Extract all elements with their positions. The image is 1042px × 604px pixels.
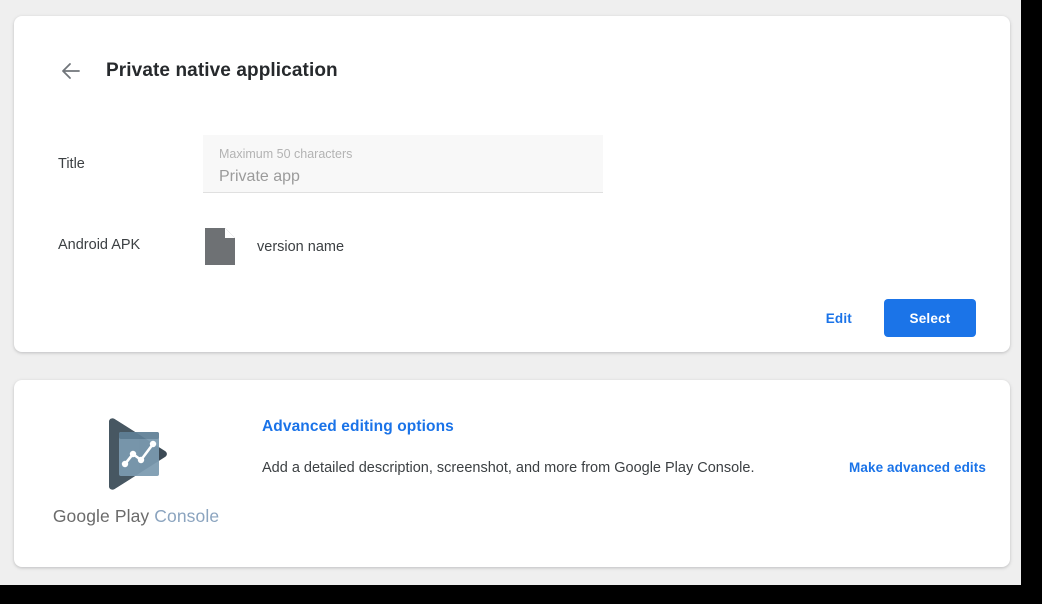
file-document-icon	[205, 228, 235, 265]
wordmark-google: Google	[52, 506, 110, 526]
android-apk-row: Android APK version name	[58, 228, 344, 265]
advanced-editing-content: Advanced editing options Add a detailed …	[262, 418, 986, 476]
advanced-editing-heading: Advanced editing options	[262, 418, 454, 435]
title-input[interactable]: Maximum 50 characters Private app	[203, 135, 603, 193]
bottom-black-gutter	[0, 585, 1021, 604]
wordmark-console: Console	[154, 506, 220, 526]
title-input-hint: Maximum 50 characters	[219, 147, 353, 161]
android-apk-value-group: version name	[203, 228, 344, 265]
select-button[interactable]: Select	[884, 299, 976, 337]
google-play-console-logo-icon	[97, 416, 175, 492]
card-action-bar: Edit Select	[814, 299, 976, 337]
title-field-row: Title Maximum 50 characters Private app	[58, 135, 603, 193]
advanced-editing-description: Add a detailed description, screenshot, …	[262, 460, 755, 476]
page-title: Private native application	[106, 60, 338, 81]
back-arrow-icon[interactable]	[58, 58, 84, 84]
android-apk-label: Android APK	[58, 237, 141, 253]
title-field-label: Title	[58, 156, 85, 172]
private-app-card: Private native application Title Maximum…	[14, 16, 1010, 352]
wordmark-play: Play	[114, 506, 150, 526]
android-apk-version-name: version name	[257, 238, 345, 255]
make-advanced-edits-link[interactable]: Make advanced edits	[849, 460, 986, 475]
right-black-gutter	[1021, 0, 1042, 604]
edit-button[interactable]: Edit	[814, 302, 864, 335]
card-header: Private native application	[58, 58, 338, 84]
title-input-value: Private app	[219, 168, 300, 185]
google-play-console-logo: Google Play Console	[38, 416, 234, 527]
advanced-editing-card: Google Play Console Advanced editing opt…	[14, 380, 1010, 567]
advanced-editing-description-row: Add a detailed description, screenshot, …	[262, 460, 986, 476]
page-canvas: Private native application Title Maximum…	[0, 0, 1021, 585]
google-play-console-wordmark: Google Play Console	[53, 506, 219, 527]
